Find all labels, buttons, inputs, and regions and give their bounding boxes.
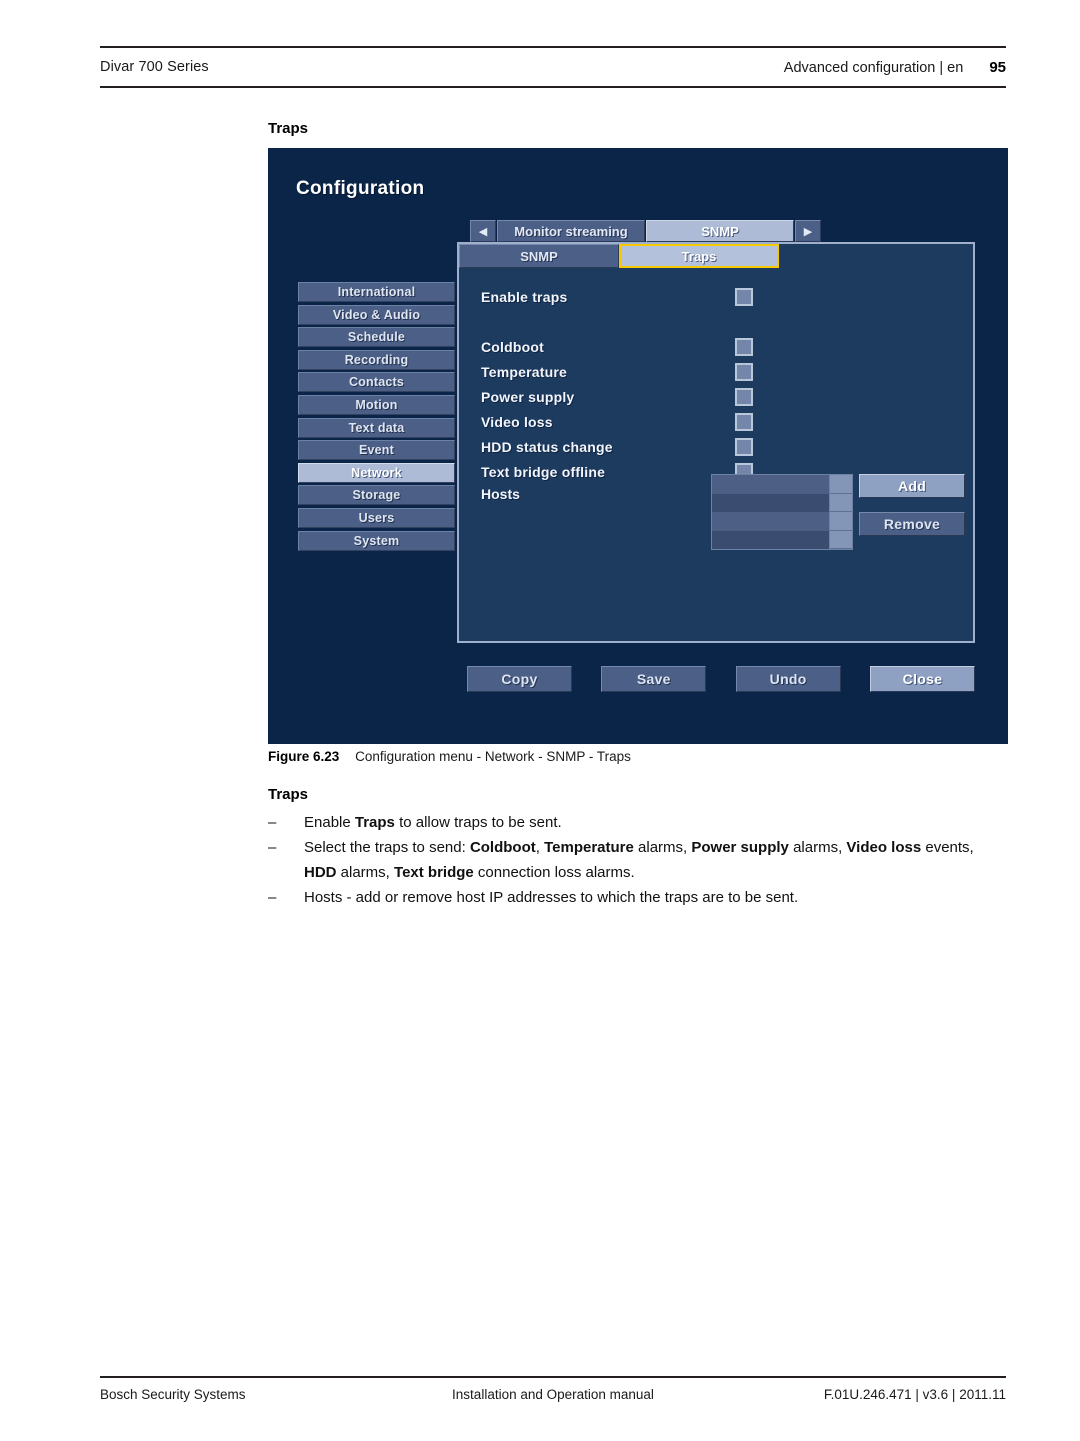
configuration-title: Configuration (296, 178, 425, 199)
outer-tab-row: ◀ Monitor streaming SNMP ▶ (470, 220, 821, 242)
configuration-sidebar: International Video & Audio Schedule Rec… (298, 282, 455, 553)
traps-description-list: – Enable Traps to allow traps to be sent… (268, 810, 998, 910)
row-temperature: Temperature (481, 361, 951, 383)
tab-next-arrow-icon[interactable]: ▶ (795, 220, 821, 242)
tab-traps-inner[interactable]: Traps (619, 244, 779, 268)
close-button[interactable]: Close (869, 666, 975, 692)
sidebar-item-text-data[interactable]: Text data (298, 417, 455, 438)
sidebar-item-users[interactable]: Users (298, 507, 455, 528)
bullet-dash: – (268, 814, 277, 831)
row-power-supply: Power supply (481, 386, 951, 408)
sidebar-item-motion[interactable]: Motion (298, 394, 455, 415)
checkbox-power-supply[interactable] (735, 388, 753, 406)
tab-snmp-inner[interactable]: SNMP (459, 244, 619, 268)
sidebar-item-network[interactable]: Network (298, 462, 455, 483)
add-host-button[interactable]: Add (859, 474, 965, 498)
header-chapter-label: Advanced configuration | en (783, 59, 964, 76)
section-heading-traps-above: Traps (268, 120, 309, 137)
list-item: – Enable Traps to allow traps to be sent… (268, 810, 998, 835)
sidebar-item-recording[interactable]: Recording (298, 349, 455, 370)
checkbox-enable-traps[interactable] (735, 288, 753, 306)
bullet-text: Enable Traps to allow traps to be sent. (304, 814, 562, 831)
list-item[interactable] (712, 530, 829, 549)
label-temperature: Temperature (481, 364, 567, 380)
running-header: Divar 700 Series Advanced configuration … (100, 46, 1006, 88)
list-item[interactable] (712, 493, 829, 512)
scrollbar-segment[interactable] (830, 493, 852, 512)
device-ui-screenshot: Configuration ◀ Monitor streaming SNMP ▶… (268, 148, 1008, 744)
bullet-text: Hosts - add or remove host IP addresses … (304, 889, 799, 906)
header-right-group: Advanced configuration | en 95 (784, 59, 1006, 76)
caption-label: Figure (268, 749, 310, 764)
bullet-dash: – (268, 839, 277, 856)
save-button[interactable]: Save (601, 666, 707, 692)
footer-company: Bosch Security Systems (100, 1387, 246, 1402)
row-video-loss: Video loss (481, 411, 951, 433)
label-power-supply: Power supply (481, 389, 575, 405)
bullet-text: Select the traps to send: Coldboot, Temp… (304, 839, 974, 881)
remove-host-button[interactable]: Remove (859, 512, 965, 536)
checkbox-coldboot[interactable] (735, 338, 753, 356)
panel-body: Enable traps Coldboot Temperature Power … (459, 268, 973, 641)
sidebar-item-video-audio[interactable]: Video & Audio (298, 304, 455, 325)
sidebar-item-schedule[interactable]: Schedule (298, 327, 455, 348)
document-page: Divar 700 Series Advanced configuration … (0, 0, 1080, 1441)
scrollbar-segment[interactable] (830, 475, 852, 494)
caption-number: 6.23 (313, 749, 340, 764)
checkbox-temperature[interactable] (735, 363, 753, 381)
row-coldboot: Coldboot (481, 336, 951, 358)
checkbox-hdd-status-change[interactable] (735, 438, 753, 456)
sidebar-item-event[interactable]: Event (298, 440, 455, 461)
label-video-loss: Video loss (481, 414, 553, 430)
footer-document-id: F.01U.246.471 | v3.6 | 2011.11 (823, 1387, 1006, 1402)
sidebar-item-storage[interactable]: Storage (298, 485, 455, 506)
list-item: – Hosts - add or remove host IP addresse… (268, 885, 998, 910)
sidebar-item-system[interactable]: System (298, 530, 455, 551)
tab-monitor-streaming[interactable]: Monitor streaming (497, 220, 645, 242)
sidebar-item-contacts[interactable]: Contacts (298, 372, 455, 393)
label-text-bridge-offline: Text bridge offline (481, 464, 606, 480)
row-enable-traps: Enable traps (481, 286, 951, 308)
list-item[interactable] (712, 475, 829, 494)
tab-snmp-outer[interactable]: SNMP (646, 220, 794, 242)
inner-tab-row: SNMP Traps (459, 244, 973, 268)
row-hdd-status-change: HDD status change (481, 436, 951, 458)
running-footer: Bosch Security Systems Installation and … (100, 1376, 1006, 1402)
copy-button[interactable]: Copy (467, 666, 572, 692)
header-page-number: 95 (989, 58, 1006, 76)
label-coldboot: Coldboot (481, 339, 545, 355)
sidebar-item-international[interactable]: International (298, 282, 455, 302)
action-button-bar: Copy Save Undo Close (467, 666, 975, 692)
caption-text: Configuration menu - Network - SNMP - Tr… (355, 749, 631, 764)
figure-caption: Figure 6.23 Configuration menu - Network… (268, 749, 631, 764)
label-hosts: Hosts (481, 486, 520, 502)
section-heading-traps-below: Traps (268, 786, 309, 803)
hosts-list-scrollbar[interactable] (829, 475, 852, 549)
hosts-list[interactable] (711, 474, 853, 550)
hosts-list-rows (712, 475, 829, 549)
list-item: – Select the traps to send: Coldboot, Te… (268, 835, 998, 885)
scrollbar-segment[interactable] (830, 512, 852, 531)
label-enable-traps: Enable traps (481, 289, 568, 305)
undo-button[interactable]: Undo (735, 666, 841, 692)
label-hdd-status-change: HDD status change (481, 439, 613, 455)
tab-prev-arrow-icon[interactable]: ◀ (470, 220, 496, 242)
footer-manual-title: Installation and Operation manual (452, 1387, 654, 1402)
bullet-dash: – (268, 889, 277, 906)
scrollbar-segment[interactable] (830, 530, 852, 549)
header-product-name: Divar 700 Series (100, 59, 209, 75)
snmp-traps-panel: SNMP Traps Enable traps Coldboot Tempera… (457, 242, 975, 643)
checkbox-video-loss[interactable] (735, 413, 753, 431)
list-item[interactable] (712, 512, 829, 531)
